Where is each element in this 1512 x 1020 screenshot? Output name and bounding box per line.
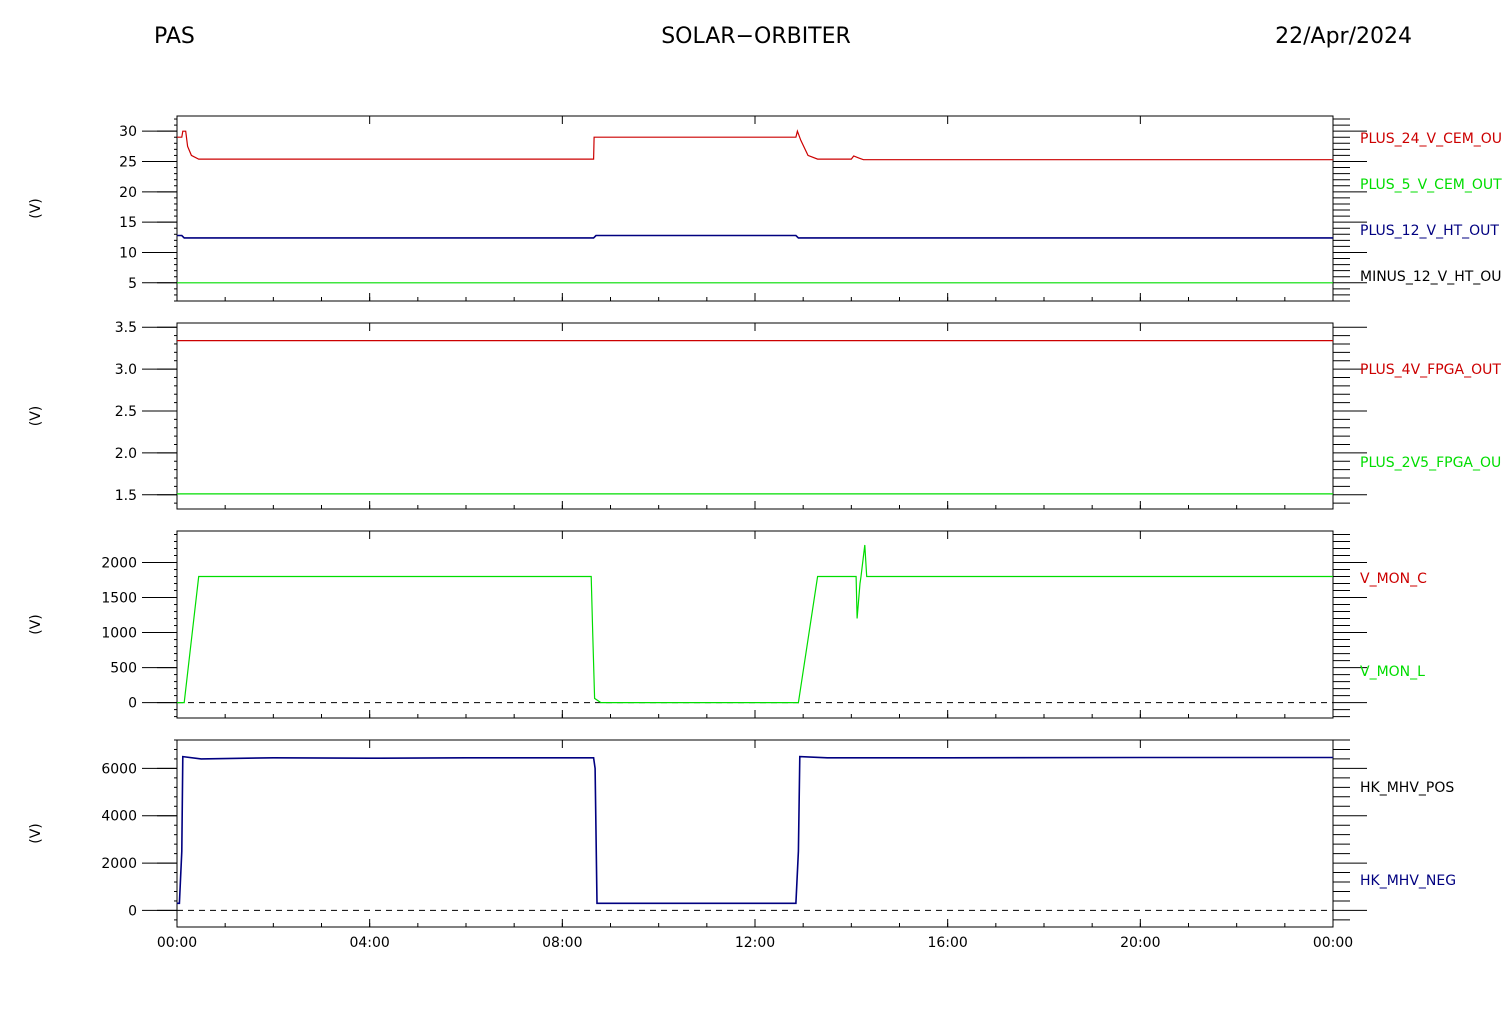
y-tick-label: 3.5: [115, 320, 137, 336]
x-tick-label: 12:00: [735, 935, 775, 951]
plot-frame: [176, 739, 1334, 928]
y-axis-label: (V): [28, 198, 44, 219]
x-tick-label: 04:00: [349, 935, 389, 951]
y-tick-label: 500: [110, 661, 137, 677]
x-tick-label: 00:00: [157, 935, 197, 951]
y-tick-label: 0: [128, 903, 137, 919]
series-line: [177, 755, 1333, 905]
x-tick-label: 20:00: [1120, 935, 1160, 951]
plot-frame: [176, 115, 1334, 302]
plot-frame: [176, 530, 1334, 719]
housekeeping-voltage-charts: 5 10 15 20 25 30 (V) PLUS_24_V_CEM_OU PLUS_5_V_C…: [28, 115, 1502, 951]
y-tick-label: 3.0: [115, 362, 137, 378]
y-tick-label: 2.0: [115, 446, 137, 462]
y-tick-label: 1000: [101, 626, 137, 642]
y-tick-label: 0: [128, 696, 137, 712]
series-label: PLUS_4V_FPGA_OUT: [1360, 362, 1501, 378]
x-tick-label: 00:00: [1313, 935, 1353, 951]
series-line: [177, 129, 1333, 161]
x-tick-label: 08:00: [542, 935, 582, 951]
y-tick-label: 15: [119, 215, 137, 231]
y-tick-label: 6000: [101, 761, 137, 777]
series-label: MINUS_12_V_HT_OU: [1360, 269, 1502, 285]
x-tick-label: 16:00: [927, 935, 967, 951]
series-label: PLUS_24_V_CEM_OU: [1360, 131, 1502, 147]
series-label: HK_MHV_POS: [1360, 780, 1454, 796]
y-tick-label: 25: [119, 154, 137, 170]
series-label: PLUS_2V5_FPGA_OU: [1360, 455, 1501, 471]
y-axis-label: (V): [28, 823, 44, 844]
series-line: [177, 234, 1333, 239]
y-axis-label: (V): [28, 406, 44, 427]
y-tick-label: 4000: [101, 809, 137, 825]
y-tick-label: 1500: [101, 591, 137, 607]
series-line: [177, 544, 1333, 704]
y-axis-label: (V): [28, 614, 44, 635]
plot-frame: [176, 322, 1334, 510]
series-label: V_MON_L: [1360, 664, 1425, 680]
y-tick-label: 5: [128, 276, 137, 292]
y-tick-label: 2.5: [115, 404, 137, 420]
y-tick-label: 20: [119, 185, 137, 201]
series-label: PLUS_5_V_CEM_OUT: [1360, 177, 1502, 193]
y-tick-label: 1.5: [115, 488, 137, 504]
series-label: PLUS_12_V_HT_OUT: [1360, 223, 1499, 239]
y-tick-label: 30: [119, 124, 137, 140]
series-label: V_MON_C: [1360, 571, 1427, 587]
y-tick-label: 10: [119, 245, 137, 261]
y-tick-label: 2000: [101, 556, 137, 572]
y-tick-label: 2000: [101, 856, 137, 872]
series-label: HK_MHV_NEG: [1360, 873, 1456, 889]
